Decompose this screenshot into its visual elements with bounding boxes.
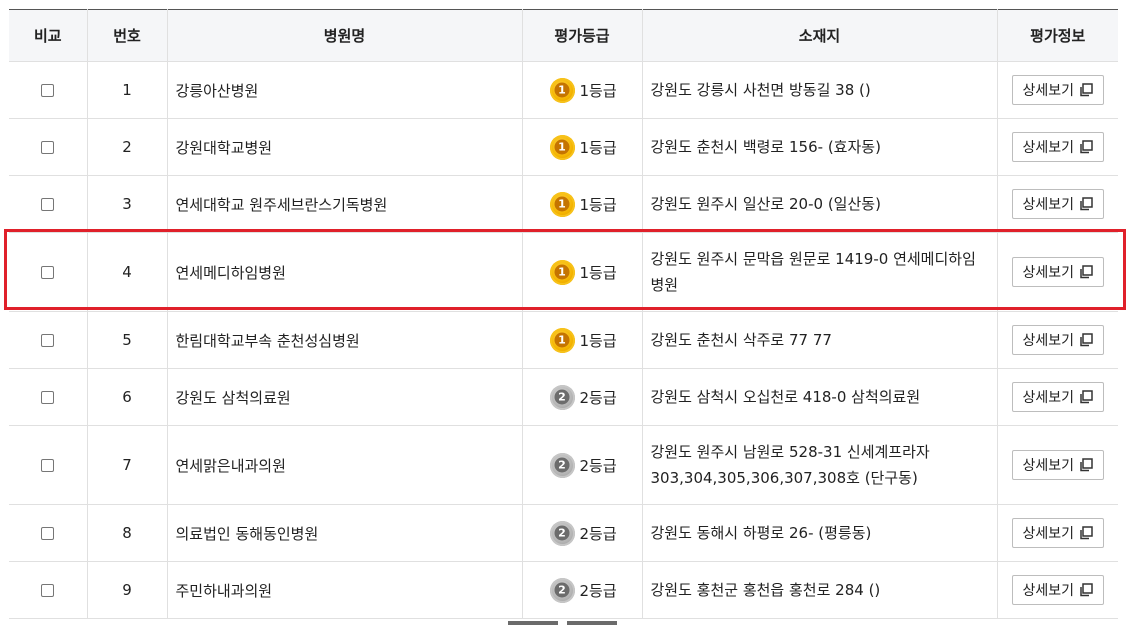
hospital-address: 강원도 원주시 남원로 528-31 신세계프라자 303,304,305,30… — [642, 425, 998, 505]
external-copy-icon — [1080, 197, 1093, 211]
table-row: 7 연세맑은내과의원 2 2등급 강원도 원주시 남원로 528-31 신세계프라… — [9, 425, 1118, 505]
detail-button[interactable]: 상세보기 — [1011, 257, 1104, 287]
external-copy-icon — [1080, 140, 1093, 154]
compare-checkbox[interactable] — [41, 141, 55, 154]
external-copy-icon — [1080, 526, 1093, 540]
hospital-name: 연세대학교 원주세브란스기독병원 — [167, 175, 523, 233]
external-copy-icon — [1080, 83, 1093, 97]
header-compare: 비교 — [9, 9, 88, 62]
grade-medal-icon: 2 — [549, 520, 575, 546]
header-address: 소재지 — [642, 9, 998, 62]
detail-button[interactable]: 상세보기 — [1011, 189, 1104, 219]
grade-label: 1등급 — [579, 138, 617, 157]
table-row: 9 주민하내과의원 2 2등급 강원도 홍천군 홍천읍 홍천로 284 () 상세… — [9, 561, 1118, 619]
hospital-address: 강원도 원주시 문막읍 원문로 1419-0 연세메디하임병원 — [642, 232, 998, 312]
hospital-address: 강원도 춘천시 삭주로 77 77 — [642, 311, 998, 369]
grade-medal-icon: 1 — [549, 134, 575, 160]
row-number: 1 — [87, 61, 168, 119]
hospital-address: 강원도 강릉시 사천면 방동길 38 () — [642, 61, 998, 119]
grade-label: 2등급 — [579, 581, 617, 600]
hospital-address: 강원도 춘천시 백령로 156- (효자동) — [642, 118, 998, 176]
row-number: 8 — [87, 504, 168, 562]
hospital-address: 강원도 동해시 하평로 26- (평릉동) — [642, 504, 998, 562]
table-row: 8 의료법인 동해동인병원 2 2등급 강원도 동해시 하평로 26- (평릉동)… — [9, 504, 1118, 562]
external-copy-icon — [1080, 390, 1093, 404]
detail-button[interactable]: 상세보기 — [1011, 518, 1104, 548]
hospital-name: 강릉아산병원 — [167, 61, 523, 119]
compare-checkbox[interactable] — [41, 391, 55, 404]
table-row: 4 연세메디하임병원 1 1등급 강원도 원주시 문막읍 원문로 1419-0 연… — [9, 232, 1118, 312]
row-number: 3 — [87, 175, 168, 233]
row-number: 9 — [87, 561, 168, 619]
row-number: 4 — [87, 232, 168, 312]
external-copy-icon — [1080, 458, 1093, 472]
compare-checkbox[interactable] — [41, 584, 55, 597]
header-hospital: 병원명 — [167, 9, 523, 62]
hospital-name: 연세메디하임병원 — [167, 232, 523, 312]
table-row: 3 연세대학교 원주세브란스기독병원 1 1등급 강원도 원주시 일산로 20-0… — [9, 175, 1118, 233]
compare-checkbox[interactable] — [41, 334, 55, 347]
row-number: 2 — [87, 118, 168, 176]
grade-medal-icon: 1 — [549, 259, 575, 285]
compare-checkbox[interactable] — [41, 198, 55, 211]
hospital-name: 주민하내과의원 — [167, 561, 523, 619]
row-number: 5 — [87, 311, 168, 369]
pager-button[interactable] — [567, 621, 617, 625]
detail-button[interactable]: 상세보기 — [1011, 75, 1104, 105]
grade-label: 1등급 — [579, 263, 617, 282]
external-copy-icon — [1080, 265, 1093, 279]
compare-checkbox[interactable] — [41, 266, 55, 279]
detail-button[interactable]: 상세보기 — [1011, 450, 1104, 480]
grade-label: 2등급 — [579, 456, 617, 475]
grade-medal-icon: 2 — [549, 577, 575, 603]
table-row: 5 한림대학교부속 춘천성심병원 1 1등급 강원도 춘천시 삭주로 77 77 … — [9, 311, 1118, 369]
grade-label: 2등급 — [579, 524, 617, 543]
hospital-name: 강원도 삼척의료원 — [167, 368, 523, 426]
grade-label: 1등급 — [579, 195, 617, 214]
grade-label: 1등급 — [579, 81, 617, 100]
grade-medal-icon: 2 — [549, 384, 575, 410]
row-number: 6 — [87, 368, 168, 426]
table-row: 1 강릉아산병원 1 1등급 강원도 강릉시 사천면 방동길 38 () 상세보기 — [9, 61, 1118, 119]
table-header: 비교 번호 병원명 평가등급 소재지 평가정보 — [9, 9, 1118, 62]
compare-checkbox[interactable] — [41, 459, 55, 472]
header-grade: 평가등급 — [522, 9, 643, 62]
detail-button[interactable]: 상세보기 — [1011, 382, 1104, 412]
hospital-address: 강원도 삼척시 오십천로 418-0 삼척의료원 — [642, 368, 998, 426]
row-number: 7 — [87, 425, 168, 505]
compare-checkbox[interactable] — [41, 84, 55, 97]
hospital-address: 강원도 원주시 일산로 20-0 (일산동) — [642, 175, 998, 233]
hospital-address: 강원도 홍천군 홍천읍 홍천로 284 () — [642, 561, 998, 619]
grade-medal-icon: 1 — [549, 327, 575, 353]
grade-label: 1등급 — [579, 331, 617, 350]
hospital-name: 강원대학교병원 — [167, 118, 523, 176]
detail-button[interactable]: 상세보기 — [1011, 132, 1104, 162]
compare-checkbox[interactable] — [41, 527, 55, 540]
hospital-table: 비교 번호 병원명 평가등급 소재지 평가정보 1 강릉아산병원 1 1등급 강원… — [9, 9, 1118, 619]
hospital-name: 연세맑은내과의원 — [167, 425, 523, 505]
grade-medal-icon: 2 — [549, 452, 575, 478]
hospital-name: 한림대학교부속 춘천성심병원 — [167, 311, 523, 369]
detail-button[interactable]: 상세보기 — [1011, 325, 1104, 355]
grade-medal-icon: 1 — [549, 191, 575, 217]
table-row: 6 강원도 삼척의료원 2 2등급 강원도 삼척시 오십천로 418-0 삼척의료… — [9, 368, 1118, 426]
header-number: 번호 — [87, 9, 168, 62]
table-row: 2 강원대학교병원 1 1등급 강원도 춘천시 백령로 156- (효자동) 상세… — [9, 118, 1118, 176]
detail-button[interactable]: 상세보기 — [1011, 575, 1104, 605]
external-copy-icon — [1080, 583, 1093, 597]
hospital-name: 의료법인 동해동인병원 — [167, 504, 523, 562]
pager-button[interactable] — [508, 621, 558, 625]
grade-medal-icon: 1 — [549, 77, 575, 103]
external-copy-icon — [1080, 333, 1093, 347]
grade-label: 2등급 — [579, 388, 617, 407]
header-info: 평가정보 — [997, 9, 1118, 62]
